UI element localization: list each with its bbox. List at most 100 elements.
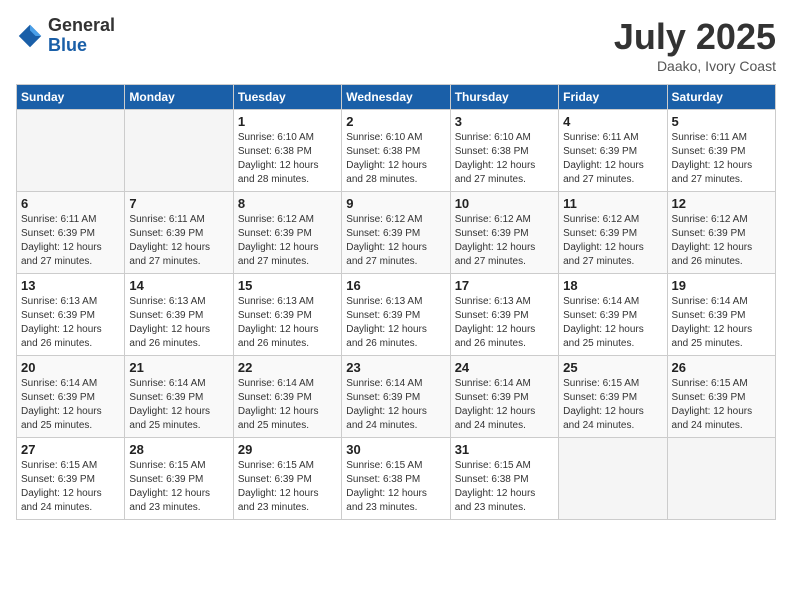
logo-text: General Blue — [48, 16, 115, 56]
calendar-cell: 13Sunrise: 6:13 AM Sunset: 6:39 PM Dayli… — [17, 274, 125, 356]
calendar-cell: 22Sunrise: 6:14 AM Sunset: 6:39 PM Dayli… — [233, 356, 341, 438]
day-info: Sunrise: 6:12 AM Sunset: 6:39 PM Dayligh… — [455, 213, 554, 269]
calendar-week-row: 20 Sunrise: 6:14 AM Sunset: 6:39 PM Dayli… — [17, 356, 776, 438]
day-info: Sunrise: 6:10 AM Sunset: 6:38 PM Dayligh… — [346, 131, 445, 187]
day-info: Sunrise: 6:13 AM Sunset: 6:39 PM Dayligh… — [346, 295, 445, 351]
day-info: Sunrise: 6:14 AM Sunset: 6:39 PM Dayligh… — [455, 377, 554, 433]
calendar-cell: 24 Sunrise: 6:14 AM Sunset: 6:39 PM Dayli… — [450, 356, 558, 438]
day-number: 28 — [129, 442, 228, 457]
day-number: 20 — [21, 360, 120, 375]
calendar-cell: 6 Sunrise: 6:11 AM Sunset: 6:39 PM Daylig… — [17, 192, 125, 274]
calendar-cell: 23Sunrise: 6:14 AM Sunset: 6:39 PM Dayli… — [342, 356, 450, 438]
day-number: 10 — [455, 196, 554, 211]
day-info: Sunrise: 6:15 AM Sunset: 6:39 PM Dayligh… — [672, 377, 771, 433]
day-info: Sunrise: 6:15 AM Sunset: 6:39 PM Dayligh… — [563, 377, 662, 433]
day-number: 13 — [21, 278, 120, 293]
calendar-cell: 14 Sunrise: 6:13 AM Sunset: 6:39 PM Dayli… — [125, 274, 233, 356]
calendar-cell: 12Sunrise: 6:12 AM Sunset: 6:39 PM Dayli… — [667, 192, 775, 274]
calendar-cell: 5Sunrise: 6:11 AM Sunset: 6:39 PM Daylig… — [667, 110, 775, 192]
day-number: 25 — [563, 360, 662, 375]
day-number: 23 — [346, 360, 445, 375]
logo-blue: Blue — [48, 36, 115, 56]
day-info: Sunrise: 6:10 AM Sunset: 6:38 PM Dayligh… — [238, 131, 337, 187]
calendar-cell: 16 Sunrise: 6:13 AM Sunset: 6:39 PM Dayli… — [342, 274, 450, 356]
calendar-cell: 3Sunrise: 6:10 AM Sunset: 6:38 PM Daylig… — [450, 110, 558, 192]
title-block: July 2025 Daako, Ivory Coast — [614, 16, 776, 74]
day-number: 9 — [346, 196, 445, 211]
day-info: Sunrise: 6:11 AM Sunset: 6:39 PM Dayligh… — [129, 213, 228, 269]
day-number: 11 — [563, 196, 662, 211]
day-number: 14 — [129, 278, 228, 293]
day-info: Sunrise: 6:14 AM Sunset: 6:39 PM Dayligh… — [563, 295, 662, 351]
day-info: Sunrise: 6:12 AM Sunset: 6:39 PM Dayligh… — [238, 213, 337, 269]
calendar-cell: 17Sunrise: 6:13 AM Sunset: 6:39 PM Dayli… — [450, 274, 558, 356]
day-info: Sunrise: 6:14 AM Sunset: 6:39 PM Dayligh… — [129, 377, 228, 433]
calendar-cell: 7Sunrise: 6:11 AM Sunset: 6:39 PM Daylig… — [125, 192, 233, 274]
day-info: Sunrise: 6:11 AM Sunset: 6:39 PM Dayligh… — [563, 131, 662, 187]
calendar-cell: 8 Sunrise: 6:12 AM Sunset: 6:39 PM Daylig… — [233, 192, 341, 274]
day-info: Sunrise: 6:12 AM Sunset: 6:39 PM Dayligh… — [346, 213, 445, 269]
day-number: 8 — [238, 196, 337, 211]
calendar-cell: 21 Sunrise: 6:14 AM Sunset: 6:39 PM Dayli… — [125, 356, 233, 438]
day-number: 21 — [129, 360, 228, 375]
calendar-cell — [125, 110, 233, 192]
day-number: 3 — [455, 114, 554, 129]
calendar-header-saturday: Saturday — [667, 85, 775, 110]
day-number: 19 — [672, 278, 771, 293]
calendar-cell: 31 Sunrise: 6:15 AM Sunset: 6:38 PM Dayli… — [450, 438, 558, 520]
day-info: Sunrise: 6:12 AM Sunset: 6:39 PM Dayligh… — [672, 213, 771, 269]
calendar-cell: 20 Sunrise: 6:14 AM Sunset: 6:39 PM Dayli… — [17, 356, 125, 438]
month-title: July 2025 — [614, 16, 776, 58]
calendar-header-row: SundayMondayTuesdayWednesdayThursdayFrid… — [17, 85, 776, 110]
calendar-cell: 15 Sunrise: 6:13 AM Sunset: 6:39 PM Dayli… — [233, 274, 341, 356]
calendar-week-row: 1 Sunrise: 6:10 AM Sunset: 6:38 PM Daylig… — [17, 110, 776, 192]
page-header: General Blue July 2025 Daako, Ivory Coas… — [16, 16, 776, 74]
day-number: 4 — [563, 114, 662, 129]
location: Daako, Ivory Coast — [614, 58, 776, 74]
calendar-table: SundayMondayTuesdayWednesdayThursdayFrid… — [16, 84, 776, 520]
day-info: Sunrise: 6:12 AM Sunset: 6:39 PM Dayligh… — [563, 213, 662, 269]
calendar-header-monday: Monday — [125, 85, 233, 110]
calendar-cell: 10 Sunrise: 6:12 AM Sunset: 6:39 PM Dayli… — [450, 192, 558, 274]
day-number: 5 — [672, 114, 771, 129]
logo: General Blue — [16, 16, 115, 56]
day-info: Sunrise: 6:14 AM Sunset: 6:39 PM Dayligh… — [21, 377, 120, 433]
day-info: Sunrise: 6:13 AM Sunset: 6:39 PM Dayligh… — [455, 295, 554, 351]
calendar-week-row: 6 Sunrise: 6:11 AM Sunset: 6:39 PM Daylig… — [17, 192, 776, 274]
calendar-cell: 1 Sunrise: 6:10 AM Sunset: 6:38 PM Daylig… — [233, 110, 341, 192]
day-info: Sunrise: 6:14 AM Sunset: 6:39 PM Dayligh… — [672, 295, 771, 351]
calendar-cell: 30Sunrise: 6:15 AM Sunset: 6:38 PM Dayli… — [342, 438, 450, 520]
day-info: Sunrise: 6:13 AM Sunset: 6:39 PM Dayligh… — [129, 295, 228, 351]
day-number: 27 — [21, 442, 120, 457]
calendar-week-row: 13 Sunrise: 6:13 AM Sunset: 6:39 PM Dayli… — [17, 274, 776, 356]
calendar-header-wednesday: Wednesday — [342, 85, 450, 110]
day-number: 16 — [346, 278, 445, 293]
calendar-cell: 26 Sunrise: 6:15 AM Sunset: 6:39 PM Dayli… — [667, 356, 775, 438]
day-info: Sunrise: 6:13 AM Sunset: 6:39 PM Dayligh… — [238, 295, 337, 351]
day-number: 1 — [238, 114, 337, 129]
calendar-cell — [17, 110, 125, 192]
day-info: Sunrise: 6:15 AM Sunset: 6:39 PM Dayligh… — [129, 459, 228, 515]
day-info: Sunrise: 6:15 AM Sunset: 6:38 PM Dayligh… — [455, 459, 554, 515]
day-number: 30 — [346, 442, 445, 457]
calendar-cell: 29 Sunrise: 6:15 AM Sunset: 6:39 PM Dayli… — [233, 438, 341, 520]
day-info: Sunrise: 6:11 AM Sunset: 6:39 PM Dayligh… — [21, 213, 120, 269]
calendar-cell: 11 Sunrise: 6:12 AM Sunset: 6:39 PM Dayli… — [559, 192, 667, 274]
calendar-cell: 9 Sunrise: 6:12 AM Sunset: 6:39 PM Daylig… — [342, 192, 450, 274]
day-number: 26 — [672, 360, 771, 375]
calendar-cell: 4 Sunrise: 6:11 AM Sunset: 6:39 PM Daylig… — [559, 110, 667, 192]
calendar-header-friday: Friday — [559, 85, 667, 110]
day-number: 15 — [238, 278, 337, 293]
day-number: 24 — [455, 360, 554, 375]
day-number: 31 — [455, 442, 554, 457]
logo-general: General — [48, 16, 115, 36]
calendar-cell: 28 Sunrise: 6:15 AM Sunset: 6:39 PM Dayli… — [125, 438, 233, 520]
day-info: Sunrise: 6:15 AM Sunset: 6:39 PM Dayligh… — [238, 459, 337, 515]
calendar-cell: 2 Sunrise: 6:10 AM Sunset: 6:38 PM Daylig… — [342, 110, 450, 192]
day-number: 18 — [563, 278, 662, 293]
day-number: 6 — [21, 196, 120, 211]
day-number: 29 — [238, 442, 337, 457]
day-number: 2 — [346, 114, 445, 129]
calendar-cell — [559, 438, 667, 520]
calendar-header-sunday: Sunday — [17, 85, 125, 110]
